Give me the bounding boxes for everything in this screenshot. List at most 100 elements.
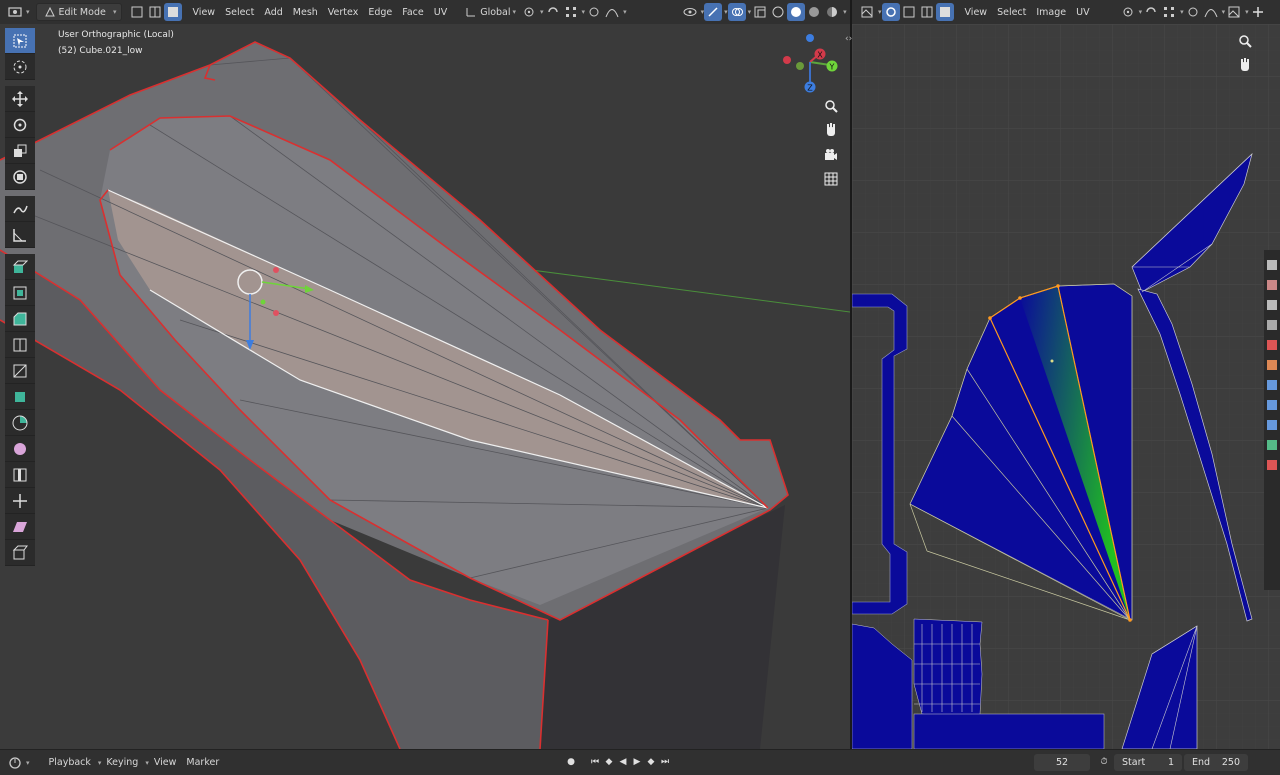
play-icon[interactable]: ▶	[630, 754, 644, 770]
shading-material-icon[interactable]	[805, 3, 823, 21]
uv-pivot-icon[interactable]	[1119, 3, 1137, 21]
pivot-icon[interactable]	[520, 3, 538, 21]
uv-canvas[interactable]	[852, 24, 1280, 749]
render-tab-icon[interactable]	[1267, 280, 1277, 290]
poly-build-tool[interactable]	[5, 384, 35, 410]
timeline-editor-icon[interactable]	[6, 754, 24, 772]
snap-target-icon[interactable]	[562, 3, 580, 21]
data-tab-icon[interactable]	[1267, 440, 1277, 450]
edge-select-icon[interactable]	[146, 3, 164, 21]
menu-add[interactable]: Add	[259, 3, 287, 21]
uv-editor[interactable]: ▾ View Select Image UV ▾ ▾ ▾ ▾	[852, 0, 1280, 749]
shading-solid-icon[interactable]	[787, 3, 806, 21]
gizmo-toggle-icon[interactable]	[704, 3, 723, 21]
zoom-icon[interactable]	[820, 95, 842, 117]
shear-tool[interactable]	[5, 514, 35, 540]
image-browse-icon[interactable]	[1225, 3, 1243, 21]
inset-tool[interactable]	[5, 280, 35, 306]
annotate-tool[interactable]	[5, 196, 35, 222]
material-tab-icon[interactable]	[1267, 460, 1277, 470]
edge-slide-tool[interactable]	[5, 462, 35, 488]
mesh-view[interactable]	[0, 0, 850, 749]
snap-icon[interactable]	[544, 3, 562, 21]
knife-tool[interactable]	[5, 358, 35, 384]
bevel-tool[interactable]	[5, 306, 35, 332]
tool-tab-icon[interactable]	[1267, 260, 1277, 270]
physics-tab-icon[interactable]	[1267, 420, 1277, 430]
transform-tool[interactable]	[5, 164, 35, 190]
cursor-tool[interactable]	[5, 54, 35, 80]
xray-icon[interactable]	[751, 3, 769, 21]
smooth-tool[interactable]	[5, 436, 35, 462]
sync-selection-icon[interactable]	[881, 3, 900, 21]
editor-type-icon[interactable]	[6, 3, 24, 21]
measure-tool[interactable]	[5, 222, 35, 248]
uv-pan-hand-icon[interactable]	[1234, 54, 1256, 76]
uv-menu-view[interactable]: View	[960, 3, 993, 21]
particles-tab-icon[interactable]	[1267, 400, 1277, 410]
uv-editor-type-icon[interactable]	[858, 3, 876, 21]
menu-view[interactable]: View	[188, 3, 221, 21]
output-tab-icon[interactable]	[1267, 300, 1277, 310]
3d-viewport[interactable]: ▾ Edit Mode ▾ View Select Add Mesh Verte…	[0, 0, 850, 749]
select-box-tool[interactable]	[5, 28, 35, 54]
falloff-icon[interactable]	[603, 3, 621, 21]
uv-zoom-icon[interactable]	[1234, 30, 1256, 52]
extrude-tool[interactable]	[5, 254, 35, 280]
current-frame-field[interactable]: 52	[1034, 754, 1090, 771]
start-frame-field[interactable]: Start 1	[1114, 754, 1182, 771]
uv-falloff-icon[interactable]	[1202, 3, 1220, 21]
menu-uv[interactable]: UV	[429, 3, 452, 21]
scene-tab-icon[interactable]	[1267, 340, 1277, 350]
stopwatch-icon[interactable]: ⏱	[1097, 754, 1111, 770]
camera-icon[interactable]	[820, 144, 842, 166]
orientation-selector[interactable]: Global ▾	[458, 3, 520, 21]
pan-hand-icon[interactable]	[820, 119, 842, 141]
prev-keyframe-icon[interactable]: ◆	[602, 754, 616, 770]
object-tab-icon[interactable]	[1267, 360, 1277, 370]
menu-mesh[interactable]: Mesh	[288, 3, 323, 21]
modifier-tab-icon[interactable]	[1267, 380, 1277, 390]
menu-edge[interactable]: Edge	[363, 3, 397, 21]
visibility-icon[interactable]	[681, 3, 699, 21]
timeline-menu-playback[interactable]: Playback	[44, 754, 96, 772]
jump-end-icon[interactable]: ⏭	[658, 754, 672, 770]
move-tool[interactable]	[5, 86, 35, 112]
menu-vertex[interactable]: Vertex	[323, 3, 364, 21]
mode-selector[interactable]: Edit Mode ▾	[35, 3, 122, 21]
uv-edge-select-icon[interactable]	[918, 3, 936, 21]
proportional-edit-icon[interactable]	[585, 3, 603, 21]
jump-start-icon[interactable]: ⏮	[588, 754, 602, 770]
uv-snap-icon[interactable]	[1142, 3, 1160, 21]
vertex-select-icon[interactable]	[128, 3, 146, 21]
uv-menu-uv[interactable]: UV	[1071, 3, 1094, 21]
timeline-menu-marker[interactable]: Marker	[181, 754, 224, 772]
uv-face-select-icon[interactable]	[935, 3, 954, 21]
timeline-menu-view[interactable]: View	[149, 754, 182, 772]
menu-face[interactable]: Face	[397, 3, 428, 21]
face-select-icon[interactable]	[163, 3, 182, 21]
spin-tool[interactable]	[5, 410, 35, 436]
rotate-tool[interactable]	[5, 112, 35, 138]
play-reverse-icon[interactable]: ◀	[616, 754, 630, 770]
uv-snap-target-icon[interactable]	[1160, 3, 1178, 21]
view-layer-tab-icon[interactable]	[1267, 320, 1277, 330]
new-image-icon[interactable]	[1249, 3, 1267, 21]
shrink-fatten-tool[interactable]	[5, 488, 35, 514]
axis-gizmo[interactable]: X Y Z	[778, 30, 844, 96]
loop-cut-tool[interactable]	[5, 332, 35, 358]
scale-tool[interactable]	[5, 138, 35, 164]
rip-tool[interactable]	[5, 540, 35, 566]
grid-view-icon[interactable]	[820, 168, 842, 190]
uv-proportional-icon[interactable]	[1184, 3, 1202, 21]
uv-vertex-select-icon[interactable]	[900, 3, 918, 21]
uv-menu-select[interactable]: Select	[992, 3, 1031, 21]
shading-wireframe-icon[interactable]	[769, 3, 787, 21]
shading-rendered-icon[interactable]	[823, 3, 841, 21]
timeline-menu-keying[interactable]: Keying	[101, 754, 143, 772]
next-keyframe-icon[interactable]: ◆	[644, 754, 658, 770]
record-icon[interactable]: ●	[564, 754, 578, 770]
menu-select[interactable]: Select	[220, 3, 259, 21]
overlays-icon[interactable]	[727, 3, 746, 21]
uv-menu-image[interactable]: Image	[1031, 3, 1071, 21]
